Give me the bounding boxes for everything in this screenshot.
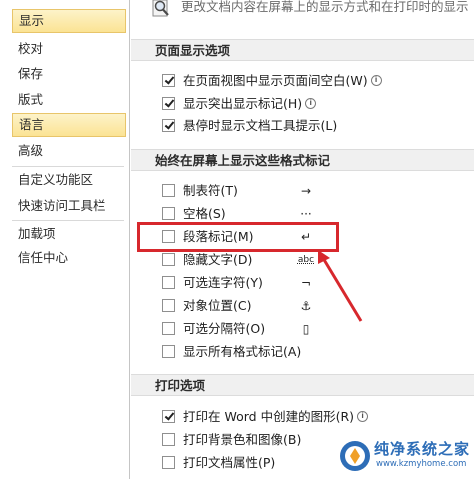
annotation-arrow-icon	[318, 250, 363, 322]
watermark-logo-icon	[340, 441, 370, 471]
watermark-url: www.kzmyhome.com	[376, 459, 467, 469]
watermark-name: 纯净系统之家	[374, 440, 471, 458]
watermark: 纯净系统之家 www.kzmyhome.com	[336, 436, 472, 476]
